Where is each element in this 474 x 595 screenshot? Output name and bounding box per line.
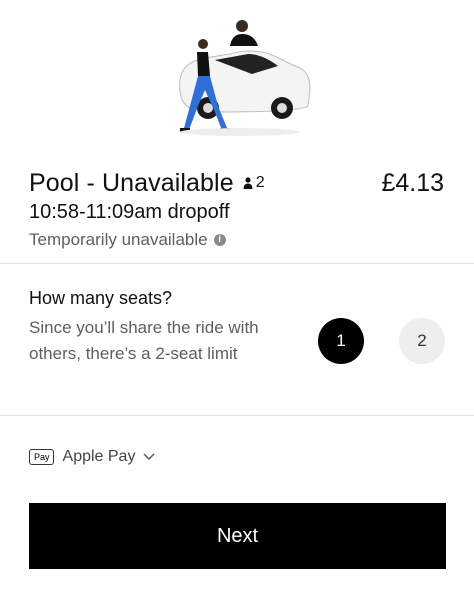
- payment-method-label: Apple Pay: [62, 448, 136, 465]
- status-text: Temporarily unavailable: [29, 230, 208, 249]
- divider: [0, 263, 474, 264]
- person-icon: [243, 177, 253, 189]
- seats-heading: How many seats?: [29, 288, 173, 308]
- info-icon[interactable]: i: [213, 234, 226, 246]
- ride-price: £4.13: [381, 168, 444, 197]
- seat-option-2[interactable]: 2: [399, 318, 445, 364]
- pool-illustration: [160, 10, 320, 138]
- seats-description: Since you’ll share the ride with others,…: [29, 318, 259, 363]
- capacity-indicator: 2: [243, 174, 265, 192]
- availability-status: Temporarily unavailable i: [29, 230, 226, 250]
- apple-pay-badge: Pay: [29, 449, 54, 465]
- payment-selector[interactable]: Pay Apple Pay: [29, 448, 155, 466]
- chevron-down-icon: [143, 453, 155, 460]
- ride-title: Pool - Unavailable: [29, 168, 234, 197]
- divider: [0, 415, 474, 416]
- apple-pay-badge-text: Pay: [34, 452, 50, 462]
- seat-option-1[interactable]: 1: [318, 318, 364, 364]
- capacity-count: 2: [255, 174, 265, 191]
- ride-option-header: Pool - Unavailable 2 £4.13: [29, 166, 444, 200]
- next-button[interactable]: Next: [29, 503, 446, 569]
- dropoff-eta: 10:58-11:09am dropoff: [29, 201, 230, 223]
